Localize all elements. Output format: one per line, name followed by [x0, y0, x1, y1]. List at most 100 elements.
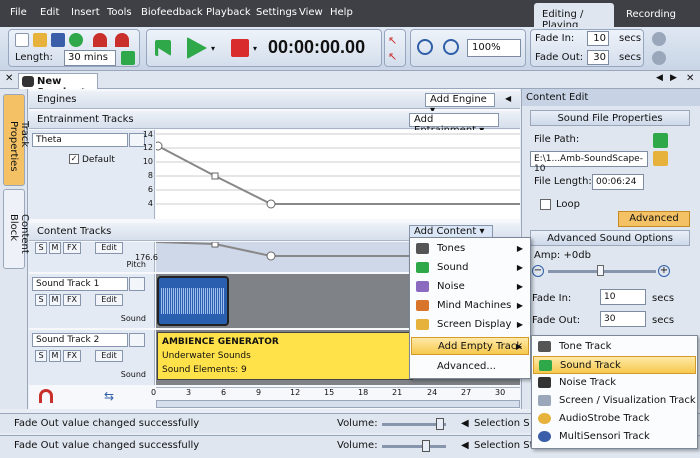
- volume-slider[interactable]: [382, 445, 446, 448]
- advanced-button[interactable]: Advanced: [618, 211, 690, 227]
- submenu-item-tone-track[interactable]: Tone Track: [533, 338, 696, 356]
- horizontal-scrollbar[interactable]: [156, 400, 520, 408]
- mute-button[interactable]: M: [49, 350, 61, 362]
- sound-track-2-control: Sound Track 2 S M FX Edit Sound: [29, 330, 155, 385]
- menu-item-label: Add Empty Track: [438, 341, 523, 352]
- menu-item-mind-machines[interactable]: Mind Machines ▶: [411, 297, 529, 315]
- menu-tools[interactable]: Tools: [107, 7, 132, 18]
- tab-track-properties[interactable]: Track Properties: [3, 94, 30, 186]
- settings-gear-icon[interactable]: [652, 51, 666, 65]
- submenu-item-sound-track[interactable]: Sound Track: [533, 356, 696, 374]
- track-type-label: Sound: [120, 370, 146, 379]
- close-panel-icon[interactable]: ✕: [686, 73, 694, 84]
- menu-item-add-empty-track[interactable]: Add Empty Track ▶: [411, 337, 529, 355]
- fx-button[interactable]: FX: [63, 294, 81, 306]
- refresh-file-icon[interactable]: [653, 133, 668, 148]
- edit-button[interactable]: Edit: [95, 350, 123, 362]
- move-pointer-icon[interactable]: ↖: [388, 50, 402, 64]
- submenu-item-multisensori-track[interactable]: MultiSensori Track: [533, 428, 696, 446]
- collapse-engines-icon[interactable]: ◀: [505, 94, 511, 103]
- play-dropdown-icon[interactable]: ▾: [211, 44, 225, 58]
- fx-button[interactable]: FX: [63, 242, 81, 254]
- menu-item-screen-display[interactable]: Screen Display ▶: [411, 316, 529, 334]
- sound-track-2-menu-icon[interactable]: [129, 333, 145, 347]
- tab-left-icon[interactable]: ◀: [656, 73, 663, 83]
- menu-help[interactable]: Help: [330, 7, 353, 18]
- edit-button[interactable]: Edit: [95, 242, 123, 254]
- redo-icon[interactable]: [115, 33, 129, 47]
- session-tab[interactable]: New Session*: [18, 73, 98, 98]
- content-fade-out-field[interactable]: 30: [600, 311, 646, 327]
- add-engine-button[interactable]: Add Engine ▾: [425, 93, 495, 116]
- loop-checkbox[interactable]: [540, 199, 551, 210]
- stop-icon[interactable]: [231, 39, 249, 57]
- save-icon[interactable]: [51, 33, 65, 47]
- volume-thumb[interactable]: [436, 418, 444, 430]
- default-checkbox[interactable]: ✓: [69, 154, 79, 164]
- sound-track-2-name[interactable]: Sound Track 2: [32, 333, 128, 347]
- browse-folder-icon[interactable]: [653, 151, 668, 166]
- submenu-item-label: Tone Track: [559, 341, 612, 352]
- zoom-in-icon[interactable]: [417, 39, 433, 55]
- amp-slider-thumb[interactable]: [597, 265, 604, 276]
- submenu-item-audiostrobe-track[interactable]: AudioStrobe Track: [533, 410, 696, 428]
- tab-editing-playing[interactable]: Editing / Playing: [534, 3, 614, 31]
- tab-content-block[interactable]: Content Block: [3, 189, 30, 269]
- fit-icon[interactable]: ⇆: [104, 389, 114, 403]
- sound-track-1-menu-icon[interactable]: [129, 277, 145, 291]
- edit-button[interactable]: Edit: [95, 294, 123, 306]
- sound-clip-waveform[interactable]: [157, 276, 229, 326]
- open-folder-icon[interactable]: [33, 33, 47, 47]
- menu-item-tones[interactable]: Tones ▶: [411, 240, 529, 258]
- zoom-select[interactable]: 100%: [467, 39, 521, 57]
- menu-item-sound[interactable]: Sound ▶: [411, 259, 529, 277]
- amp-minus-icon[interactable]: −: [532, 265, 544, 277]
- undo-icon[interactable]: [93, 33, 107, 47]
- close-session-icon[interactable]: ✕: [5, 73, 13, 84]
- menu-insert[interactable]: Insert: [71, 7, 100, 18]
- tab-recording[interactable]: Recording: [618, 3, 698, 27]
- ambience-generator-block[interactable]: AMBIENCE GENERATOR Underwater Sounds Sou…: [157, 332, 413, 380]
- menu-edit[interactable]: Edit: [40, 7, 59, 18]
- refresh-icon[interactable]: [69, 33, 83, 47]
- time-ruler[interactable]: 0 3 6 9 12 15 18 21 24 27 30: [151, 387, 520, 409]
- amp-plus-icon[interactable]: +: [658, 265, 670, 277]
- zoom-out-icon[interactable]: [443, 39, 459, 55]
- speaker-icon[interactable]: ◀: [461, 418, 469, 429]
- menu-item-noise[interactable]: Noise ▶: [411, 278, 529, 296]
- menu-playback[interactable]: Playback: [206, 7, 251, 18]
- bio-icon[interactable]: [652, 32, 666, 46]
- solo-button[interactable]: S: [35, 294, 47, 306]
- mute-button[interactable]: M: [49, 242, 61, 254]
- menu-biofeedback[interactable]: Biofeedback: [141, 7, 203, 18]
- tab-right-icon[interactable]: ▶: [670, 73, 677, 83]
- menu-item-advanced[interactable]: Advanced...: [411, 358, 529, 376]
- entrainment-track-name[interactable]: Theta: [32, 133, 128, 147]
- volume-thumb[interactable]: [422, 440, 430, 452]
- rewind-icon[interactable]: [155, 40, 171, 56]
- play-icon[interactable]: [187, 37, 207, 59]
- menu-file[interactable]: File: [10, 7, 27, 18]
- sound-track-1-name[interactable]: Sound Track 1: [32, 277, 128, 291]
- content-fade-in-field[interactable]: 10: [600, 289, 646, 305]
- magnet-icon[interactable]: [39, 389, 53, 403]
- fade-in-field[interactable]: 10: [587, 31, 609, 46]
- length-select[interactable]: 30 mins: [64, 50, 116, 66]
- select-pointer-icon[interactable]: ↖: [388, 34, 402, 48]
- menu-view[interactable]: View: [299, 7, 323, 18]
- file-path-field[interactable]: E:\1...Amb-SoundScape-10: [530, 151, 648, 174]
- apply-length-icon[interactable]: [121, 51, 135, 65]
- menu-settings[interactable]: Settings: [256, 7, 297, 18]
- submenu-item-noise-track[interactable]: Noise Track: [533, 374, 696, 392]
- solo-button[interactable]: S: [35, 242, 47, 254]
- speaker-icon[interactable]: ◀: [461, 440, 469, 451]
- entrainment-graph[interactable]: [153, 130, 520, 219]
- fx-button[interactable]: FX: [63, 350, 81, 362]
- mute-button[interactable]: M: [49, 294, 61, 306]
- fade-out-field[interactable]: 30: [587, 50, 609, 65]
- submenu-item-screen-track[interactable]: Screen / Visualization Track: [533, 392, 696, 410]
- new-file-icon[interactable]: [15, 33, 29, 47]
- stop-dropdown-icon[interactable]: ▾: [253, 44, 267, 58]
- solo-button[interactable]: S: [35, 350, 47, 362]
- add-entrainment-button[interactable]: Add Entrainment ▾: [409, 113, 499, 136]
